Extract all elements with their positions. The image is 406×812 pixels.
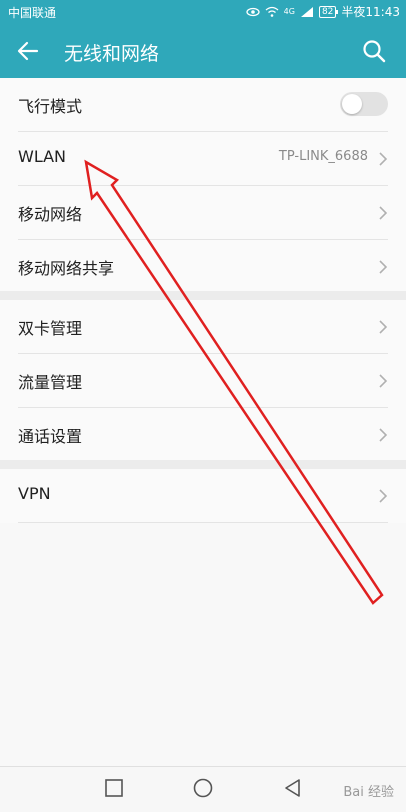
wlan-network-name: TP-LINK_6688	[278, 149, 368, 164]
page-title: 无线和网络	[64, 43, 160, 65]
section-divider	[0, 460, 406, 469]
settings-group-network: 飞行模式 WLAN TP-LINK_6688 移动网络 移动网络共享	[0, 78, 406, 293]
chevron-right-icon	[379, 260, 388, 274]
battery-icon: 82	[318, 5, 339, 18]
triangle-back-icon[interactable]	[282, 777, 304, 799]
airplane-mode-toggle[interactable]	[340, 92, 388, 116]
section-divider	[0, 291, 406, 300]
circle-icon[interactable]	[192, 777, 214, 799]
carrier-name: 中国联通	[8, 6, 57, 20]
battery-level: 82	[321, 6, 334, 17]
clock: 半夜11:43	[341, 5, 400, 19]
wlan-label: WLAN	[18, 147, 67, 166]
system-nav-bar: Bai 经验	[0, 766, 406, 812]
status-bar: 中国联通 4G 82 半夜11:43	[0, 0, 406, 24]
search-icon[interactable]	[360, 37, 388, 65]
signal-icon	[300, 6, 313, 17]
mobile-network-row[interactable]: 移动网络	[18, 186, 388, 240]
eye-comfort-icon	[246, 7, 260, 16]
tethering-row[interactable]: 移动网络共享	[18, 240, 388, 293]
app-bar: 无线和网络	[0, 24, 406, 78]
data-usage-label: 流量管理	[18, 373, 83, 392]
call-settings-row[interactable]: 通话设置	[18, 408, 388, 461]
chevron-right-icon	[379, 489, 388, 503]
dual-sim-row[interactable]: 双卡管理	[18, 300, 388, 354]
settings-group-vpn: VPN	[0, 469, 406, 523]
chevron-right-icon	[379, 428, 388, 442]
wlan-row[interactable]: WLAN TP-LINK_6688	[18, 132, 388, 186]
toggle-knob	[342, 94, 362, 114]
data-usage-row[interactable]: 流量管理	[18, 354, 388, 408]
call-settings-label: 通话设置	[18, 427, 83, 446]
chevron-right-icon	[379, 320, 388, 334]
dual-sim-label: 双卡管理	[18, 319, 83, 338]
airplane-mode-row[interactable]: 飞行模式	[18, 78, 388, 132]
settings-group-sim: 双卡管理 流量管理 通话设置	[0, 300, 406, 461]
chevron-right-icon	[379, 374, 388, 388]
network-type-label: 4G	[283, 7, 295, 16]
square-icon[interactable]	[103, 777, 125, 799]
tethering-label: 移动网络共享	[18, 259, 115, 278]
airplane-mode-label: 飞行模式	[18, 97, 83, 116]
vpn-row[interactable]: VPN	[18, 469, 388, 523]
vpn-label: VPN	[18, 484, 51, 503]
watermark: Bai 经验	[343, 785, 394, 800]
chevron-right-icon	[379, 152, 388, 166]
arrow-left-icon[interactable]	[14, 37, 42, 65]
chevron-right-icon	[379, 206, 388, 220]
wifi-icon	[265, 6, 279, 17]
status-icons: 4G 82 半夜11:43	[246, 3, 400, 20]
mobile-network-label: 移动网络	[18, 205, 83, 224]
